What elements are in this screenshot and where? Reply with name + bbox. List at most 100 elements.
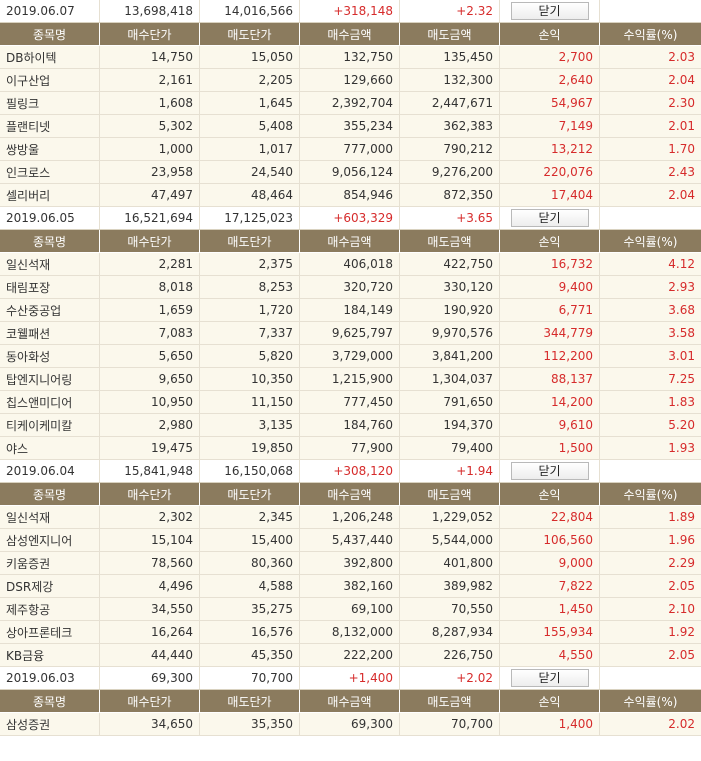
summary-sell-total: 70,700 [200, 667, 300, 689]
stock-name: 셀리버리 [0, 184, 100, 206]
sell-price: 35,350 [200, 713, 300, 735]
column-header: 매도금액 [400, 483, 500, 505]
close-button[interactable]: 닫기 [510, 2, 589, 20]
stock-name: 제주항공 [0, 598, 100, 620]
table-row: 티케이케미칼 2,980 3,135 184,760 194,370 9,610 5.20 [0, 414, 701, 437]
profit: 155,934 [500, 621, 600, 643]
close-button[interactable]: 닫기 [510, 669, 589, 687]
sell-price: 1,017 [200, 138, 300, 160]
column-header: 매수금액 [300, 690, 400, 712]
summary-profit: +603,329 [300, 207, 400, 229]
column-header: 종목명 [0, 690, 100, 712]
return-rate: 2.43 [668, 165, 695, 179]
buy-price: 15,104 [100, 529, 200, 551]
return-rate: 5.20 [668, 418, 695, 432]
column-header: 종목명 [0, 483, 100, 505]
profit: 1,400 [500, 713, 600, 735]
return-rate: 2.01 [668, 119, 695, 133]
profit: 106,560 [500, 529, 600, 551]
stock-name: 쌍방울 [0, 138, 100, 160]
column-header: 매도단가 [200, 690, 300, 712]
stock-name: 동아화성 [0, 345, 100, 367]
sell-amount: 872,350 [400, 184, 500, 206]
summary-sell-total: 16,150,068 [200, 460, 300, 482]
stock-name: 상아프론테크 [0, 621, 100, 643]
return-rate: 2.05 [668, 579, 695, 593]
sell-amount: 9,276,200 [400, 161, 500, 183]
column-header: 매수단가 [100, 23, 200, 45]
profit: 9,000 [500, 552, 600, 574]
table-row: 일신석재 2,281 2,375 406,018 422,750 16,732 4.12 [0, 253, 701, 276]
stock-name: 태림포장 [0, 276, 100, 298]
column-header: 매도단가 [200, 483, 300, 505]
table-row: 제주항공 34,550 35,275 69,100 70,550 1,450 2.10 [0, 598, 701, 621]
buy-price: 34,550 [100, 598, 200, 620]
profit: 7,149 [500, 115, 600, 137]
stock-name: 일신석재 [0, 506, 100, 528]
summary-sell-total: 17,125,023 [200, 207, 300, 229]
sell-price: 15,050 [200, 46, 300, 68]
sell-amount: 389,982 [400, 575, 500, 597]
buy-amount: 5,437,440 [300, 529, 400, 551]
return-rate: 2.04 [668, 188, 695, 202]
buy-amount: 777,000 [300, 138, 400, 160]
sell-amount: 194,370 [400, 414, 500, 436]
buy-price: 2,281 [100, 253, 200, 275]
buy-price: 34,650 [100, 713, 200, 735]
profit: 344,779 [500, 322, 600, 344]
stock-name: 필링크 [0, 92, 100, 114]
trade-history-table: 2019.06.07 13,698,418 14,016,566 +318,148 +2… [0, 0, 701, 736]
return-rate: 2.29 [668, 556, 695, 570]
table-row: 필링크 1,608 1,645 2,392,704 2,447,671 54,967 2.3… [0, 92, 701, 115]
table-row: 칩스앤미디어 10,950 11,150 777,450 791,650 14,200 1.… [0, 391, 701, 414]
table-row: 이구산업 2,161 2,205 129,660 132,300 2,640 2.04 [0, 69, 701, 92]
buy-price: 19,475 [100, 437, 200, 459]
profit: 1,450 [500, 598, 600, 620]
buy-amount: 69,100 [300, 598, 400, 620]
column-header: 수익률(%) [623, 694, 678, 709]
summary-profit: +1,400 [300, 667, 400, 689]
profit: 1,500 [500, 437, 600, 459]
stock-name: 수산중공업 [0, 299, 100, 321]
buy-amount: 129,660 [300, 69, 400, 91]
stock-name: 키움증권 [0, 552, 100, 574]
close-button-cell: 닫기 [500, 667, 600, 689]
buy-amount: 2,392,704 [300, 92, 400, 114]
return-rate: 1.89 [668, 510, 695, 524]
stock-name: DB하이텍 [0, 46, 100, 68]
table-row: 삼성증권 34,650 35,350 69,300 70,700 1,400 2.02 [0, 713, 701, 736]
buy-price: 47,497 [100, 184, 200, 206]
buy-price: 4,496 [100, 575, 200, 597]
table-row: 인크로스 23,958 24,540 9,056,124 9,276,200 220,07… [0, 161, 701, 184]
stock-name: KB금융 [0, 644, 100, 666]
close-button-cell: 닫기 [500, 207, 600, 229]
buy-price: 1,608 [100, 92, 200, 114]
table-row: 야스 19,475 19,850 77,900 79,400 1,500 1.93 [0, 437, 701, 460]
column-header: 손익 [500, 230, 600, 252]
summary-empty-cell [600, 460, 701, 482]
return-rate: 2.04 [668, 73, 695, 87]
stock-name: 티케이케미칼 [0, 414, 100, 436]
return-rate: 2.30 [668, 96, 695, 110]
profit: 17,404 [500, 184, 600, 206]
date-summary-row: 2019.06.04 15,841,948 16,150,068 +308,120 +1… [0, 460, 701, 483]
sell-price: 2,375 [200, 253, 300, 275]
sell-price: 35,275 [200, 598, 300, 620]
column-header: 매수금액 [300, 483, 400, 505]
sell-amount: 226,750 [400, 644, 500, 666]
table-row: KB금융 44,440 45,350 222,200 226,750 4,550 2.05 [0, 644, 701, 667]
column-header: 매수단가 [100, 483, 200, 505]
close-button[interactable]: 닫기 [510, 462, 589, 480]
column-header-row: 종목명 매수단가 매도단가 매수금액 매도금액 손익 수익률(%) [0, 23, 701, 46]
close-button[interactable]: 닫기 [510, 209, 589, 227]
profit: 220,076 [500, 161, 600, 183]
sell-price: 7,337 [200, 322, 300, 344]
sell-amount: 791,650 [400, 391, 500, 413]
summary-buy-total: 69,300 [100, 667, 200, 689]
summary-rate: +2.32 [400, 0, 500, 22]
profit: 2,700 [500, 46, 600, 68]
sell-amount: 5,544,000 [400, 529, 500, 551]
buy-amount: 777,450 [300, 391, 400, 413]
sell-amount: 401,800 [400, 552, 500, 574]
column-header: 매수금액 [300, 23, 400, 45]
